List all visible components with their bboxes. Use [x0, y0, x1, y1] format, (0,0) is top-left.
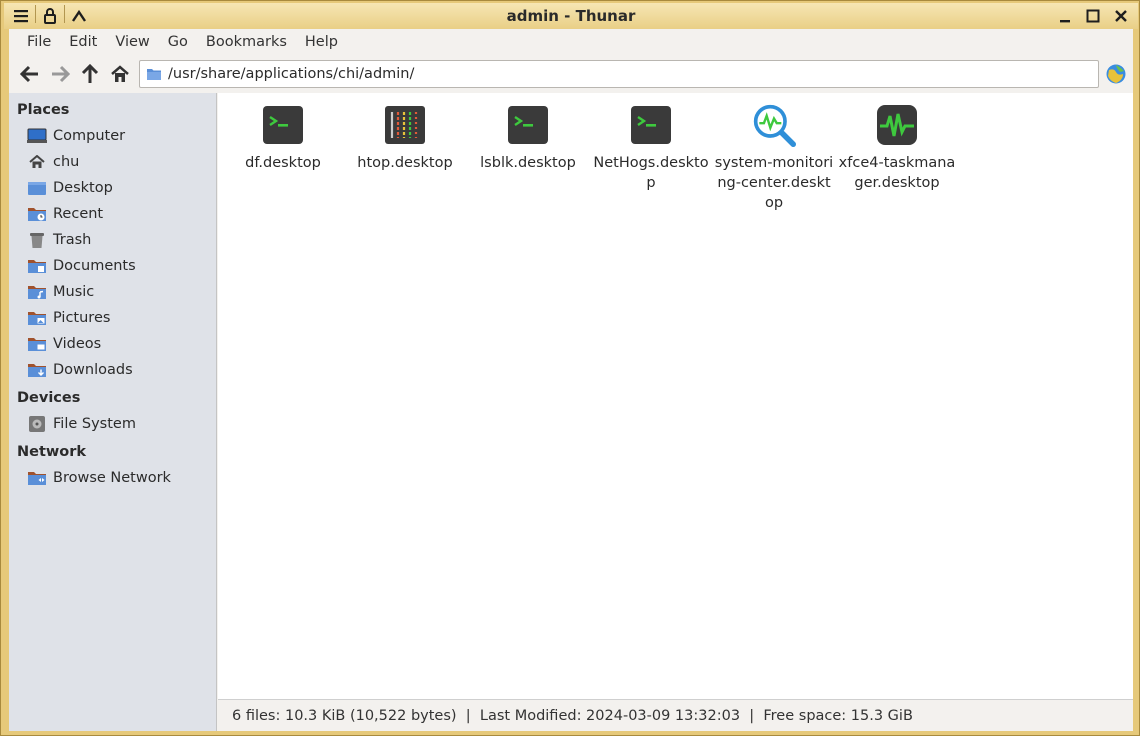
- menu-file[interactable]: File: [18, 29, 60, 55]
- file-item[interactable]: lsblk.desktop: [468, 103, 588, 173]
- forward-button[interactable]: [45, 59, 75, 89]
- file-item[interactable]: NetHogs.desktop: [591, 103, 711, 193]
- computer-icon: [26, 126, 48, 146]
- sidebar-item-computer[interactable]: Computer: [9, 123, 216, 149]
- sidebar-item-browse-network[interactable]: Browse Network: [9, 465, 216, 491]
- stick-window-icon[interactable]: [39, 5, 61, 27]
- close-icon[interactable]: [1110, 5, 1132, 27]
- sidebar-item-pictures[interactable]: Pictures: [9, 305, 216, 331]
- file-item[interactable]: xfce4-taskmanager.desktop: [837, 103, 957, 193]
- sidebar-item-trash[interactable]: Trash: [9, 227, 216, 253]
- devices-header: Devices: [17, 390, 81, 406]
- documents-folder-icon: [26, 256, 48, 276]
- location-bar[interactable]: /usr/share/applications/chi/admin/: [139, 60, 1099, 88]
- terminal-icon: [629, 103, 673, 147]
- sidebar-item-downloads[interactable]: Downloads: [9, 357, 216, 383]
- pictures-folder-icon: [26, 308, 48, 328]
- music-folder-icon: [26, 282, 48, 302]
- status-bar: 6 files: 10.3 KiB (10,522 bytes) | Last …: [218, 699, 1133, 731]
- toolbar: /usr/share/applications/chi/admin/: [9, 55, 1133, 93]
- sidebar-item-file-system[interactable]: File System: [9, 411, 216, 437]
- sidebar-item-videos[interactable]: Videos: [9, 331, 216, 357]
- sidebar-item-desktop[interactable]: Desktop: [9, 175, 216, 201]
- videos-folder-icon: [26, 334, 48, 354]
- file-item[interactable]: df.desktop: [223, 103, 343, 173]
- network-header: Network: [17, 444, 87, 460]
- network-status-icon[interactable]: [1103, 61, 1129, 87]
- shade-window-icon[interactable]: [68, 5, 90, 27]
- terminal-icon: [261, 103, 305, 147]
- drive-icon: [26, 414, 48, 434]
- file-view[interactable]: df.desktop htop.desktop lsblk.desktop Ne…: [218, 93, 1133, 699]
- menu-edit[interactable]: Edit: [60, 29, 106, 55]
- home-button[interactable]: [105, 59, 135, 89]
- thunar-window: admin - Thunar File Edit View Go Bookmar…: [0, 0, 1140, 736]
- status-text: 6 files: 10.3 KiB (10,522 bytes) | Last …: [232, 707, 913, 724]
- recent-icon: [26, 204, 48, 224]
- title-bar[interactable]: admin - Thunar: [4, 3, 1138, 29]
- sidebar-item-music[interactable]: Music: [9, 279, 216, 305]
- side-pane: Places Computer chu Desktop Recent Trash…: [9, 93, 217, 731]
- taskmanager-icon: [875, 103, 919, 147]
- menu-help[interactable]: Help: [296, 29, 347, 55]
- window-menu-icon[interactable]: [10, 5, 32, 27]
- main-frame: File Edit View Go Bookmarks Help /usr/sh…: [9, 29, 1133, 731]
- system-monitor-icon: [752, 103, 796, 147]
- minimize-icon[interactable]: [1054, 5, 1076, 27]
- home-icon: [26, 152, 48, 172]
- htop-icon: [383, 103, 427, 147]
- sidebar-item-documents[interactable]: Documents: [9, 253, 216, 279]
- back-button[interactable]: [15, 59, 45, 89]
- terminal-icon: [506, 103, 550, 147]
- sidebar-item-chu[interactable]: chu: [9, 149, 216, 175]
- arrow-up-icon: [81, 64, 99, 83]
- file-item[interactable]: system-monitoring-center.desktop: [714, 103, 834, 213]
- desktop-icon: [26, 178, 48, 198]
- window-title: admin - Thunar: [506, 7, 636, 25]
- menu-view[interactable]: View: [106, 29, 158, 55]
- menu-go[interactable]: Go: [159, 29, 197, 55]
- places-header: Places: [17, 102, 70, 118]
- trash-icon: [26, 230, 48, 250]
- menu-bookmarks[interactable]: Bookmarks: [197, 29, 296, 55]
- home-icon: [111, 65, 129, 82]
- location-path[interactable]: /usr/share/applications/chi/admin/: [168, 66, 414, 82]
- folder-icon: [147, 69, 161, 80]
- arrow-left-icon: [20, 65, 38, 83]
- arrow-right-icon: [52, 65, 70, 83]
- maximize-icon[interactable]: [1082, 5, 1104, 27]
- network-folder-icon: [26, 468, 48, 488]
- menu-bar: File Edit View Go Bookmarks Help: [9, 29, 1133, 55]
- sidebar-item-recent[interactable]: Recent: [9, 201, 216, 227]
- file-item[interactable]: htop.desktop: [345, 103, 465, 173]
- downloads-folder-icon: [26, 360, 48, 380]
- up-button[interactable]: [75, 59, 105, 89]
